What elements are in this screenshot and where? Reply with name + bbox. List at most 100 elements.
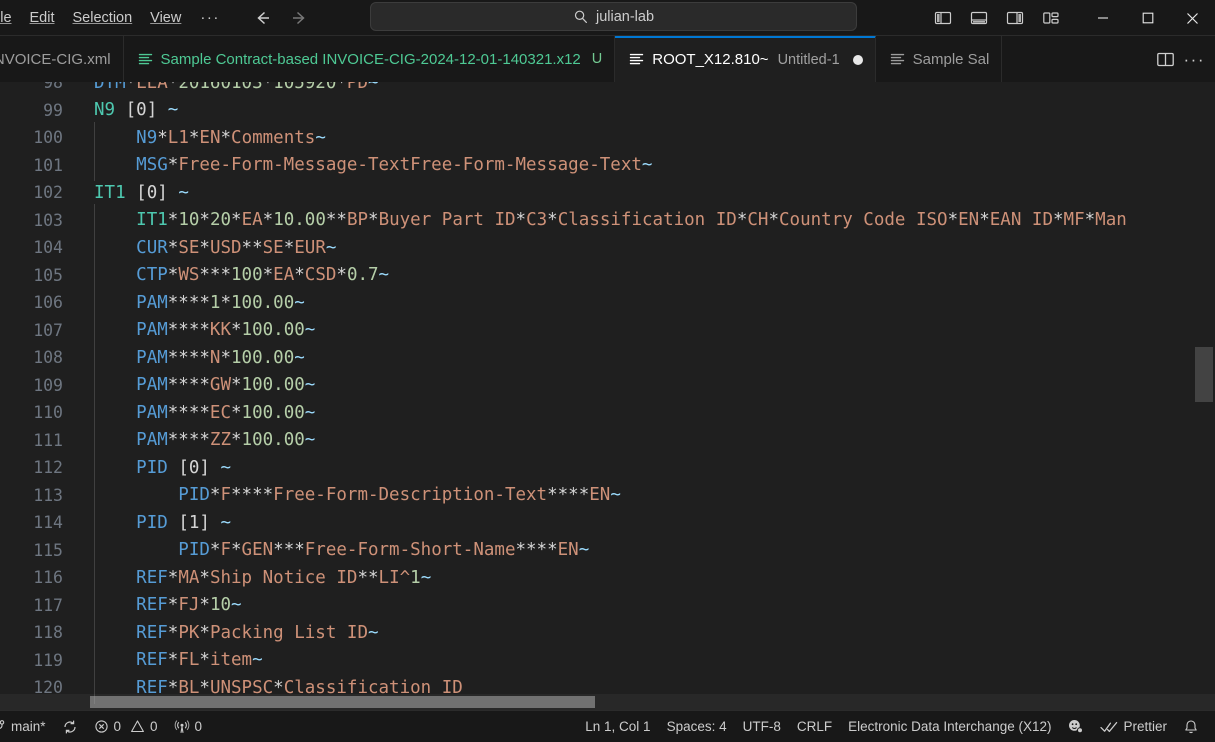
code-line[interactable]: 108 PAM****N*100.00~ — [0, 344, 1215, 372]
token-punc: **** — [167, 320, 210, 341]
status-indentation[interactable]: Spaces: 4 — [659, 719, 735, 734]
token-punc: * — [231, 540, 242, 561]
token-seg: PID — [136, 457, 168, 478]
token-punc: ** — [241, 237, 263, 258]
token-punc: * — [220, 292, 232, 313]
tab-sample-contract-invoice-x12[interactable]: Sample Contract-based INVOICE-CIG-2024-1… — [123, 36, 616, 82]
token-punc: *** — [199, 265, 231, 286]
code-line[interactable]: 101 MSG*Free-Form-Message-TextFree-Form-… — [0, 152, 1215, 180]
status-encoding[interactable]: UTF-8 — [735, 719, 789, 734]
layout-customize-icon[interactable] — [1038, 5, 1064, 31]
code-line[interactable]: 110 PAM****EC*100.00~ — [0, 399, 1215, 427]
status-eol[interactable]: CRLF — [789, 719, 840, 734]
code-line-text: PID*F****Free-Form-Description-Text****E… — [90, 485, 621, 505]
code-line[interactable]: 99 N9 [0] ~ — [0, 97, 1215, 125]
arrow-right-icon[interactable] — [288, 7, 310, 29]
layout-panel-icon[interactable] — [966, 5, 992, 31]
split-editor-icon[interactable] — [1156, 50, 1175, 69]
status-problems[interactable]: 0 0 — [86, 719, 166, 734]
indent-guide — [94, 375, 136, 395]
token-num: 100.00 — [231, 347, 295, 368]
tab-root-x12-810-untitled-1[interactable]: ROOT_X12.810~ Untitled-1 — [615, 36, 876, 82]
tab-root-x12-810-untitled-1-description: Untitled-1 — [777, 51, 840, 68]
code-line[interactable]: 112 PID [0] ~ — [0, 454, 1215, 482]
editor-horizontal-scrollbar[interactable] — [0, 694, 1215, 710]
token-val: F — [220, 540, 231, 561]
menu-file[interactable]: ile — [0, 5, 21, 31]
token-val: LI^ — [378, 567, 411, 588]
code-line[interactable]: 105 CTP*WS***100*EA*CSD*0.7~ — [0, 262, 1215, 290]
code-line[interactable]: 98 DTM*LEA*20160103*105920*PD~ — [0, 82, 1215, 97]
code-line[interactable]: 109 PAM****GW*100.00~ — [0, 372, 1215, 400]
status-feedback[interactable] — [1059, 718, 1092, 735]
status-language-mode[interactable]: Electronic Data Interchange (X12) — [840, 719, 1059, 734]
status-prettier[interactable]: Prettier — [1092, 719, 1175, 734]
code-line[interactable]: 107 PAM****KK*100.00~ — [0, 317, 1215, 345]
code-line[interactable]: 103 IT1*10*20*EA*10.00**BP*Buyer Part ID… — [0, 207, 1215, 235]
indent-guide — [94, 320, 136, 340]
code-line[interactable]: 118 REF*PK*Packing List ID~ — [0, 619, 1215, 647]
token-tilde: ~ — [304, 430, 316, 451]
token-num: 10.00 — [273, 210, 326, 231]
code-line[interactable]: 104 CUR*SE*USD**SE*EUR~ — [0, 234, 1215, 262]
line-number: 100 — [33, 128, 63, 148]
menu-view[interactable]: View — [141, 5, 190, 31]
tab-invoice-cig-xml[interactable]: ct-based INVOICE-CIG.xml — [0, 36, 124, 82]
code-line[interactable]: 116 REF*MA*Ship Notice ID**LI^1~ — [0, 564, 1215, 592]
code-line[interactable]: 115 PID*F*GEN***Free-Form-Short-Name****… — [0, 537, 1215, 565]
token-val: MA — [178, 567, 200, 588]
code-line[interactable]: 100 N9*L1*EN*Comments~ — [0, 124, 1215, 152]
status-sync[interactable] — [54, 719, 86, 735]
status-cursor-position[interactable]: Ln 1, Col 1 — [577, 719, 658, 734]
menu-edit[interactable]: Edit — [21, 5, 64, 31]
code-line-text: MSG*Free-Form-Message-TextFree-Form-Mess… — [90, 155, 652, 175]
indent-guide — [94, 650, 136, 670]
token-val: EAN ID — [989, 210, 1053, 231]
status-branch[interactable]: main* — [0, 719, 54, 734]
editor-vertical-scrollbar[interactable] — [1193, 82, 1215, 710]
token-punc: * — [368, 210, 379, 231]
close-button[interactable] — [1170, 0, 1215, 36]
status-ports[interactable]: 0 — [166, 719, 211, 735]
code-line-text: PAM****KK*100.00~ — [90, 320, 315, 340]
line-number: 117 — [33, 595, 63, 615]
code-line[interactable]: 111 PAM****ZZ*100.00~ — [0, 427, 1215, 455]
layout-sidebar-left-icon[interactable] — [930, 5, 956, 31]
token-num: 105920 — [273, 82, 337, 93]
unsaved-indicator-icon[interactable] — [852, 54, 863, 65]
vertical-scrollbar-thumb[interactable] — [1195, 347, 1213, 402]
code-line[interactable]: 114 PID [1] ~ — [0, 509, 1215, 537]
code-content[interactable]: 98 DTM*LEA*20160103*105920*PD~ 99 N9 [0] ~1… — [0, 82, 1215, 698]
token-punc: * — [157, 127, 168, 148]
status-notifications[interactable] — [1175, 719, 1207, 735]
editor-actions: ··· — [1150, 36, 1215, 82]
command-center[interactable]: julian-lab — [370, 2, 857, 31]
token-num: 20160103 — [178, 82, 263, 93]
maximize-button[interactable] — [1125, 0, 1170, 36]
indent-guide — [94, 348, 136, 368]
token-punc: * — [294, 265, 305, 286]
code-line[interactable]: 113 PID*F****Free-Form-Description-Text*… — [0, 482, 1215, 510]
tab-sample-sal[interactable]: Sample Sal — [875, 36, 1003, 82]
line-number: 101 — [33, 155, 63, 175]
token-tilde: ~ — [578, 540, 590, 561]
layout-sidebar-right-icon[interactable] — [1002, 5, 1028, 31]
menu-selection[interactable]: Selection — [64, 5, 142, 31]
menu-overflow-button[interactable]: ··· — [190, 9, 230, 26]
token-punc: * — [262, 210, 274, 231]
horizontal-scrollbar-thumb[interactable] — [90, 696, 595, 708]
radio-tower-icon — [174, 719, 190, 735]
token-punc: * — [199, 567, 210, 588]
ellipsis-icon[interactable]: ··· — [1184, 51, 1205, 68]
token-seg: DTM — [94, 82, 126, 93]
code-line[interactable]: 119 REF*FL*item~ — [0, 647, 1215, 675]
code-line-text: PID*F*GEN***Free-Form-Short-Name****EN~ — [90, 540, 589, 560]
code-line[interactable]: 117 REF*FJ*10~ — [0, 592, 1215, 620]
code-line[interactable]: 102 IT1 [0] ~ — [0, 179, 1215, 207]
arrow-left-icon[interactable] — [252, 7, 274, 29]
minimize-button[interactable] — [1080, 0, 1125, 36]
code-line[interactable]: 106 PAM****1*100.00~ — [0, 289, 1215, 317]
tab-sample-sal-label: Sample Sal — [912, 50, 990, 68]
token-punc: * — [209, 540, 221, 561]
token-punc: * — [283, 237, 295, 258]
